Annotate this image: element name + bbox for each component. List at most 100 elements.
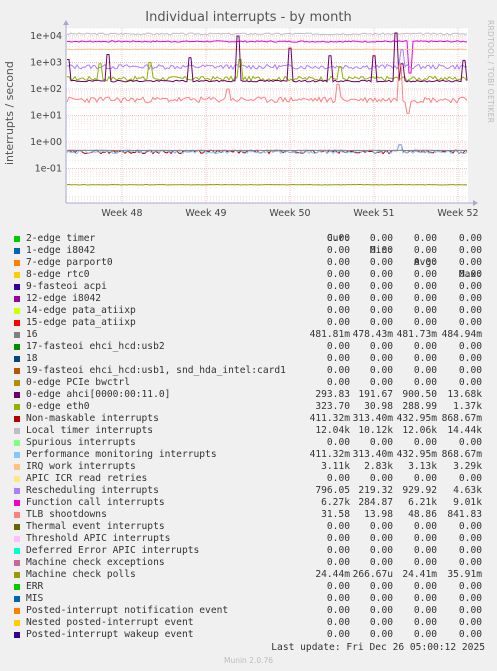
legend-label: 0-edge eth0 [26,401,90,412]
last-update: Last update: Fri Dec 26 05:00:12 2025 [271,642,485,653]
legend-swatch [14,584,20,590]
legend-label: Performance monitoring interrupts [26,449,217,460]
legend-label: 16 [26,329,38,340]
legend-swatch [14,380,20,386]
legend-max: 0.00 [458,257,482,268]
legend-label: Posted-interrupt wakeup event [26,629,194,640]
legend-max: 868.67m [441,413,482,424]
legend-swatch [14,548,20,554]
legend-label: ERR [26,581,44,592]
legend-swatch [14,608,20,614]
legend-max: 0.00 [458,521,482,532]
legend-swatch [14,368,20,374]
legend-max: 0.00 [458,545,482,556]
legend-max: 3.29k [453,461,482,472]
legend-max: 0.00 [458,365,482,376]
legend-label: Thermal event interrupts [26,521,165,532]
legend-max: 841.83 [447,509,482,520]
legend-max: 0.00 [458,629,482,640]
legend-label: 17-fasteoi ehci_hcd:usb2 [26,341,165,352]
legend-header: Cur: Min: Avg: Max: [0,221,482,280]
legend-label: 7-edge parport0 [26,257,113,268]
legend-max: 0.00 [458,473,482,484]
y-tick-label: 1e+03 [30,57,62,68]
legend-swatch [14,284,20,290]
legend-label: Threshold APIC interrupts [26,533,171,544]
legend-swatch [14,416,20,422]
x-tick-label: Week 49 [185,208,226,219]
legend-swatch [14,620,20,626]
legend-max: 0.00 [458,617,482,628]
legend-swatch [14,596,20,602]
legend-max: 0.00 [458,281,482,292]
legend-max: 0.00 [458,305,482,316]
legend-label: 1-edge i8042 [26,245,96,256]
y-tick-label: 1e+04 [30,31,62,42]
legend-max: 9.01k [453,497,482,508]
legend-label: 0-edge PCIe bwctrl [26,377,130,388]
legend-max: 4.63k [453,485,482,496]
series-mce-polls [66,183,468,186]
y-tick-label: 1e+01 [30,111,62,122]
legend-max: 0.00 [458,341,482,352]
legend-max: 0.00 [458,293,482,304]
chart-plot: 1e-01 1e+00 1e+01 1e+02 1e+03 1e+04 Week 48 Wee… [30,20,479,219]
legend-label: Spurious interrupts [26,437,136,448]
legend-max: 0.00 [458,533,482,544]
legend-label: 15-edge pata_atiixp [26,317,136,328]
legend-max: 484.94m [441,329,482,340]
legend-max: 0.00 [458,353,482,364]
legend-label: 8-edge rtc0 [26,269,90,280]
legend-label: 14-edge pata_atiixp [26,305,136,316]
legend-swatch [14,332,20,338]
legend-max: 0.00 [458,437,482,448]
y-tick-label: 1e+00 [30,137,62,148]
legend-label: IRQ work interrupts [26,461,136,472]
legend-label: Machine check polls [26,569,136,580]
legend-label: Posted-interrupt notification event [26,605,229,616]
legend-max: 0.00 [458,377,482,388]
legend-max: 0.00 [458,605,482,616]
y-tick-label: 1e+02 [30,84,62,95]
legend-swatch [14,404,20,410]
legend-max: 35.91m [447,569,482,580]
legend-max: 14.44k [447,425,482,436]
y-tick-label: 1e-01 [35,164,62,175]
legend-swatch [14,248,20,254]
x-axis-arrow [473,200,478,206]
legend-swatch [14,272,20,278]
x-tick-label: Week 50 [269,208,310,219]
legend-swatch [14,296,20,302]
legend-max: 13.68k [447,389,482,400]
legend-label: 2-edge timer [26,233,96,244]
legend-max: 0.00 [458,245,482,256]
legend-label: MIS [26,593,44,604]
legend-swatch [14,344,20,350]
legend-max: 0.00 [458,269,482,280]
legend-swatch [14,260,20,266]
legend-swatch [14,440,20,446]
legend-label: TLB shootdowns [26,509,107,520]
legend-max: 0.00 [458,233,482,244]
munin-version: Munin 2.0.76 [223,656,274,665]
x-tick-label: Week 48 [101,208,142,219]
legend-swatch [14,452,20,458]
legend-swatch [14,428,20,434]
legend-label: APIC ICR read retries [26,473,148,484]
y-axis-arrow [63,20,69,25]
legend-swatch [14,308,20,314]
legend-max: 0.00 [458,593,482,604]
x-tick-label: Week 52 [437,208,478,219]
legend-swatch [14,500,20,506]
legend-swatch [14,524,20,530]
legend-swatch [14,560,20,566]
legend-swatch [14,512,20,518]
legend-label: Rescheduling interrupts [26,485,159,496]
legend-swatch [14,536,20,542]
legend-swatch [14,632,20,638]
legend-label: 18 [26,353,38,364]
legend-label: Function call interrupts [26,497,165,508]
legend-swatch [14,320,20,326]
legend-swatch [14,356,20,362]
legend-max: 868.67m [441,449,482,460]
